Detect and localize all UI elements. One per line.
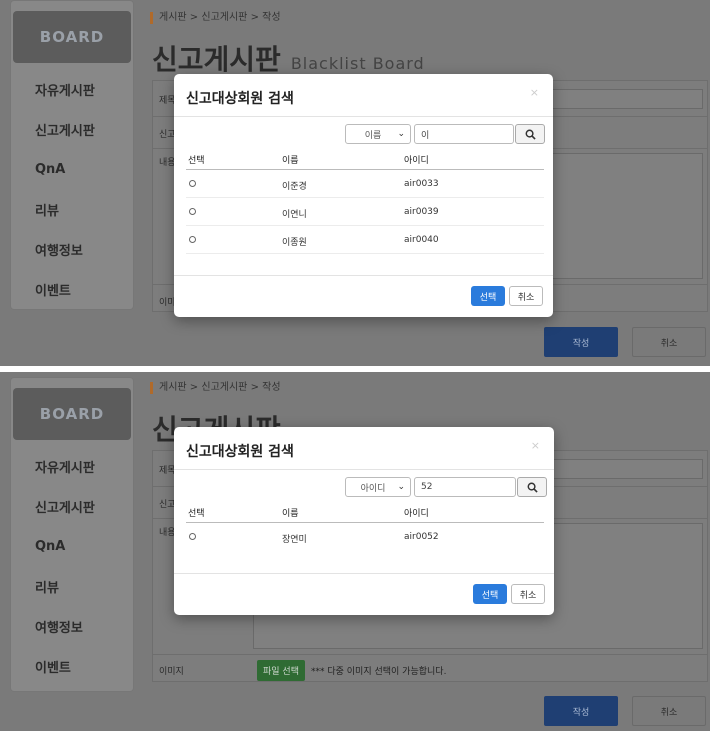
breadcrumb-separator: > <box>189 12 199 23</box>
breadcrumb-root[interactable]: 게시판 <box>159 382 187 393</box>
chevron-down-icon: ⌄ <box>397 482 405 492</box>
sidebar-item-review[interactable]: 리뷰 <box>11 566 133 606</box>
row-name: 이종원 <box>282 238 307 248</box>
page-title: 신고게시판 Blacklist Board <box>152 38 425 78</box>
sidebar-header: BOARD <box>13 11 131 63</box>
close-icon[interactable]: × <box>531 439 540 452</box>
sidebar: BOARD 자유게시판 신고게시판 QnA 리뷰 여행정보 이벤트 <box>10 0 134 310</box>
table-row[interactable]: 장연미 air0052 <box>186 523 544 551</box>
modal-title: 신고대상회원 검색 <box>186 91 294 107</box>
search-icon <box>527 482 538 493</box>
column-header-select: 선택 <box>188 156 205 166</box>
sidebar-item-event[interactable]: 이벤트 <box>11 269 133 309</box>
table-row[interactable]: 이연니 air0039 <box>186 198 544 226</box>
submit-button[interactable]: 작성 <box>544 327 618 357</box>
row-radio[interactable] <box>189 236 196 243</box>
breadcrumb-root[interactable]: 게시판 <box>159 12 187 23</box>
breadcrumb-parent[interactable]: 신고게시판 <box>201 12 247 23</box>
search-input[interactable] <box>414 477 516 497</box>
row-radio[interactable] <box>189 208 196 215</box>
search-button[interactable] <box>515 124 545 144</box>
results-table: 선택 이름 아이디 이준경 air0033 이연니 air0039 이종원 ai… <box>186 146 544 266</box>
row-radio[interactable] <box>189 533 196 540</box>
breadcrumb-separator: > <box>250 12 259 23</box>
row-name: 이연니 <box>282 210 307 220</box>
chevron-down-icon: ⌄ <box>397 129 405 139</box>
row-id: air0039 <box>404 207 439 217</box>
column-header-select: 선택 <box>188 509 205 519</box>
breadcrumb: 게시판 > 신고게시판 > 작성 <box>150 382 281 394</box>
row-radio[interactable] <box>189 180 196 187</box>
modal-divider <box>174 469 554 470</box>
results-table: 선택 이름 아이디 장연미 air0052 <box>186 499 544 559</box>
modal-footer-divider <box>174 573 554 574</box>
submit-button[interactable]: 작성 <box>544 696 618 726</box>
row-name: 이준경 <box>282 182 307 192</box>
select-button[interactable]: 선택 <box>473 584 507 604</box>
table-header: 선택 이름 아이디 <box>186 146 544 170</box>
sidebar-item-qna[interactable]: QnA <box>11 149 133 189</box>
modal-footer-divider <box>174 275 553 276</box>
sidebar-item-event[interactable]: 이벤트 <box>11 646 133 686</box>
sidebar-header: BOARD <box>13 388 131 440</box>
select-button[interactable]: 선택 <box>471 286 505 306</box>
cancel-button[interactable]: 취소 <box>632 327 706 357</box>
table-row[interactable]: 이종원 air0040 <box>186 226 544 254</box>
modal-cancel-button[interactable]: 취소 <box>509 286 543 306</box>
form-row-image: 이미지 파일 선택 *** 다중 이미지 선택이 가능합니다. <box>153 655 707 683</box>
sidebar-item-free-board[interactable]: 자유게시판 <box>11 446 133 486</box>
file-note: *** 다중 이미지 선택이 가능합니다. <box>311 667 447 677</box>
row-id: air0033 <box>404 179 439 189</box>
table-row[interactable]: 이준경 air0033 <box>186 170 544 198</box>
file-select-button[interactable]: 파일 선택 <box>257 660 305 681</box>
sidebar-item-travel-info[interactable]: 여행정보 <box>11 229 133 269</box>
breadcrumb: 게시판 > 신고게시판 > 작성 <box>150 12 281 24</box>
breadcrumb-current: 작성 <box>262 12 281 23</box>
column-header-name: 이름 <box>282 509 299 519</box>
breadcrumb-separator: > <box>189 382 199 393</box>
breadcrumb-parent[interactable]: 신고게시판 <box>201 382 247 393</box>
row-name: 장연미 <box>282 535 307 545</box>
member-search-modal: 신고대상회원 검색 × 이름 ⌄ 선택 이름 아이디 이준경 air0033 <box>174 74 553 317</box>
member-search-modal: 신고대상회원 검색 × 아이디 ⌄ 선택 이름 아이디 장연미 air0052 … <box>174 427 554 615</box>
form-label-image: 이미지 <box>159 667 184 677</box>
sidebar-item-report-board[interactable]: 신고게시판 <box>11 486 133 526</box>
search-field-value: 아이디 <box>360 483 386 494</box>
modal-title: 신고대상회원 검색 <box>186 444 294 460</box>
column-header-id: 아이디 <box>404 156 429 166</box>
sidebar-item-travel-info[interactable]: 여행정보 <box>11 606 133 646</box>
page-title-main: 신고게시판 <box>152 43 281 76</box>
search-field-value: 이름 <box>364 130 382 141</box>
close-icon[interactable]: × <box>530 86 539 99</box>
breadcrumb-current: 작성 <box>262 382 281 393</box>
sidebar: BOARD 자유게시판 신고게시판 QnA 리뷰 여행정보 이벤트 <box>10 377 134 692</box>
column-header-id: 아이디 <box>404 509 429 519</box>
search-field-select[interactable]: 아이디 ⌄ <box>345 477 411 497</box>
search-input[interactable] <box>414 124 514 144</box>
sidebar-item-free-board[interactable]: 자유게시판 <box>11 69 133 109</box>
search-icon <box>525 129 536 140</box>
sidebar-item-report-board[interactable]: 신고게시판 <box>11 109 133 149</box>
table-header: 선택 이름 아이디 <box>186 499 544 523</box>
screen-1: BOARD 자유게시판 신고게시판 QnA 리뷰 여행정보 이벤트 게시판 > … <box>0 0 710 366</box>
breadcrumb-separator: > <box>250 382 259 393</box>
modal-cancel-button[interactable]: 취소 <box>511 584 545 604</box>
modal-divider <box>174 116 553 117</box>
column-header-name: 이름 <box>282 156 299 166</box>
sidebar-item-review[interactable]: 리뷰 <box>11 189 133 229</box>
page-title-sub: Blacklist Board <box>290 54 425 73</box>
search-field-select[interactable]: 이름 ⌄ <box>345 124 411 144</box>
search-button[interactable] <box>517 477 547 497</box>
row-id: air0040 <box>404 235 439 245</box>
cancel-button[interactable]: 취소 <box>632 696 706 726</box>
sidebar-item-qna[interactable]: QnA <box>11 526 133 566</box>
screen-2: BOARD 자유게시판 신고게시판 QnA 리뷰 여행정보 이벤트 게시판 > … <box>0 372 710 731</box>
row-id: air0052 <box>404 532 439 542</box>
